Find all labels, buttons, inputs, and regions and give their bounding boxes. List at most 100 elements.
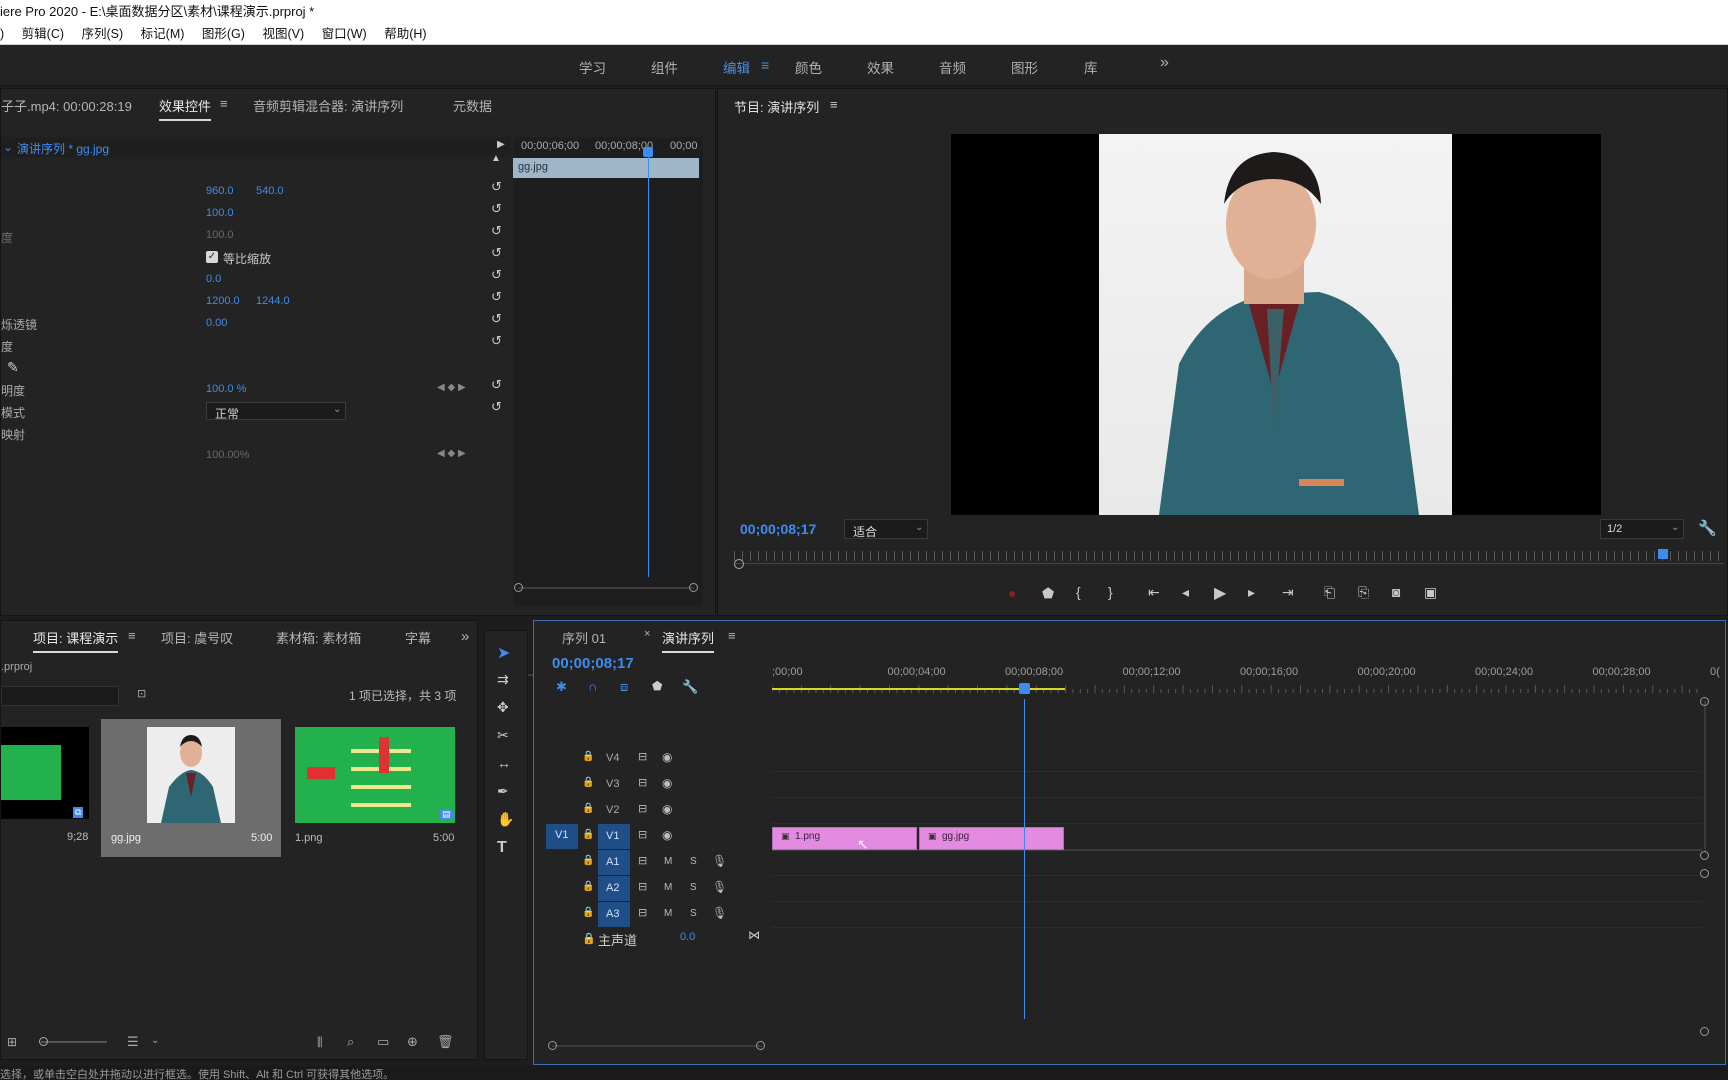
workspace-overflow-icon[interactable]: » bbox=[1160, 54, 1169, 72]
expand-chevron-icon[interactable]: ⌄ bbox=[3, 140, 13, 154]
step-back-icon[interactable]: ◂ bbox=[1182, 584, 1189, 601]
source-monitor-tab[interactable]: 子子.mp4: 00:00:28:19 bbox=[1, 96, 132, 115]
reset-icon[interactable]: ↺ bbox=[491, 223, 502, 239]
scroll-handle[interactable] bbox=[1700, 851, 1709, 860]
reset-icon[interactable]: ↺ bbox=[491, 311, 502, 327]
lock-icon[interactable]: 🔒 bbox=[582, 777, 594, 788]
zoom-slider[interactable] bbox=[41, 1041, 107, 1043]
blend-mode-select[interactable]: 正常 ⌄ bbox=[206, 402, 346, 421]
sort-icon[interactable]: ☰ bbox=[127, 1034, 139, 1050]
program-playhead-marker[interactable] bbox=[1658, 549, 1668, 559]
position-y-value[interactable]: 540.0 bbox=[256, 185, 284, 197]
tab-project[interactable]: 项目: 课程演示 bbox=[33, 628, 119, 653]
mute-button[interactable]: M bbox=[664, 908, 672, 919]
eye-icon[interactable]: ◉ bbox=[662, 776, 672, 790]
razor-tool-icon[interactable]: ✂ bbox=[497, 727, 509, 744]
workspace-libraries[interactable]: 库 bbox=[1084, 57, 1098, 77]
reset-icon[interactable]: ↺ bbox=[491, 267, 502, 283]
keyframe-nav-icon[interactable]: ◀ ◆ ▶ bbox=[437, 382, 466, 393]
sync-lock-icon[interactable]: ⊟ bbox=[638, 880, 647, 893]
close-tab-icon[interactable]: × bbox=[644, 628, 650, 640]
project-search-input[interactable] bbox=[1, 686, 119, 706]
record-icon[interactable]: ● bbox=[1008, 585, 1016, 601]
sync-lock-icon[interactable]: ⊟ bbox=[638, 776, 647, 789]
reset-icon[interactable]: ↺ bbox=[491, 399, 502, 415]
lock-icon[interactable]: 🔒 bbox=[582, 932, 596, 945]
sync-lock-icon[interactable]: ⊟ bbox=[638, 854, 647, 867]
go-to-out-icon[interactable]: ⇥ bbox=[1282, 584, 1294, 601]
step-forward-icon[interactable]: ▸ bbox=[1248, 584, 1255, 601]
pen-tool-icon[interactable]: ✒ bbox=[497, 783, 509, 800]
workspace-color[interactable]: 颜色 bbox=[795, 57, 822, 77]
program-monitor-title[interactable]: 节目: 演讲序列 bbox=[734, 97, 819, 116]
keyframe-nav-icon[interactable]: ◀ ◆ ▶ bbox=[437, 448, 466, 459]
solo-button[interactable]: S bbox=[690, 908, 697, 919]
scroll-up-icon[interactable]: ▲ bbox=[491, 153, 501, 164]
workspace-assembly[interactable]: 组件 bbox=[651, 57, 678, 77]
master-track-toggle-icon[interactable]: ⋈ bbox=[748, 928, 760, 942]
panel-menu-icon[interactable]: ≡ bbox=[728, 628, 736, 643]
timeline-playhead[interactable] bbox=[1023, 699, 1025, 1019]
master-volume-value[interactable]: 0.0 bbox=[680, 931, 695, 943]
slip-tool-icon[interactable]: ↔ bbox=[497, 755, 511, 771]
mini-playhead-handle[interactable] bbox=[643, 147, 653, 157]
workspace-effects[interactable]: 效果 bbox=[867, 57, 894, 77]
timeline-clip[interactable]: ▣ 1.png bbox=[772, 827, 917, 850]
automate-icon[interactable]: ⫼ bbox=[317, 1035, 323, 1050]
tab-lecture-sequence[interactable]: 演讲序列 bbox=[662, 628, 715, 653]
tab-audio-clip-mixer[interactable]: 音频剪辑混合器: 演讲序列 bbox=[253, 96, 403, 115]
reset-icon[interactable]: ↺ bbox=[491, 333, 502, 349]
microphone-icon[interactable]: 🎙 bbox=[712, 880, 727, 894]
scroll-handle[interactable] bbox=[1700, 697, 1709, 706]
hand-tool-icon[interactable]: ✋ bbox=[497, 811, 514, 828]
scroll-handle[interactable] bbox=[548, 1041, 557, 1050]
lock-icon[interactable]: 🔒 bbox=[582, 829, 594, 840]
list-view-icon[interactable]: ⊞ bbox=[7, 1035, 17, 1049]
speed-value[interactable]: 100.00% bbox=[206, 449, 249, 461]
search-icon[interactable]: ⌕ bbox=[347, 1034, 354, 1050]
tab-sequence-01[interactable]: 序列 01 bbox=[562, 628, 606, 647]
microphone-icon[interactable]: 🎙 bbox=[712, 906, 727, 920]
snap-magnet-icon[interactable]: ∩ bbox=[588, 679, 597, 694]
scroll-handle[interactable] bbox=[1700, 1027, 1709, 1036]
new-item-icon[interactable]: ⊕ bbox=[407, 1034, 418, 1050]
program-scrub-ruler[interactable] bbox=[734, 551, 1724, 561]
eye-icon[interactable]: ◉ bbox=[662, 828, 672, 842]
project-item[interactable]: ▤ 1.png 5:00 bbox=[291, 721, 463, 851]
trash-icon[interactable]: 🗑 bbox=[437, 1034, 454, 1050]
opacity-value[interactable]: 100.0 % bbox=[206, 383, 246, 395]
selection-tool-icon[interactable]: ➤ bbox=[497, 643, 510, 663]
mute-button[interactable]: M bbox=[664, 882, 672, 893]
timeline-ruler[interactable]: ;00;00 00;00;04;00 00;00;08;00 00;00;12;00 0… bbox=[772, 661, 1720, 701]
sync-lock-icon[interactable]: ⊟ bbox=[638, 828, 647, 841]
eye-icon[interactable]: ◉ bbox=[662, 750, 672, 764]
add-marker-icon[interactable]: ⬟ bbox=[652, 679, 662, 693]
program-video-frame[interactable] bbox=[951, 134, 1601, 515]
reset-icon[interactable]: ↺ bbox=[491, 289, 502, 305]
panel-overflow-icon[interactable]: » bbox=[461, 628, 469, 645]
tab-project-2[interactable]: 项目: 虞号叹 bbox=[161, 628, 233, 647]
reset-icon[interactable]: ↺ bbox=[491, 377, 502, 393]
lock-icon[interactable]: 🔒 bbox=[582, 751, 594, 762]
chevron-down-icon[interactable]: ⌄ bbox=[151, 1035, 159, 1046]
workspace-audio[interactable]: 音频 bbox=[939, 57, 966, 77]
scroll-handle-right[interactable] bbox=[689, 583, 698, 592]
reset-icon[interactable]: ↺ bbox=[491, 201, 502, 217]
sync-lock-icon[interactable]: ⊟ bbox=[638, 906, 647, 919]
horizontal-scrollbar[interactable] bbox=[552, 1045, 762, 1047]
timeline-timecode[interactable]: 00;00;08;17 bbox=[552, 655, 634, 672]
anchor-x-value[interactable]: 1200.0 bbox=[206, 295, 240, 307]
anchor-y-value[interactable]: 1244.0 bbox=[256, 295, 290, 307]
timeline-clip[interactable]: ▣ gg.jpg bbox=[919, 827, 1064, 850]
reset-icon[interactable]: ↺ bbox=[491, 179, 502, 195]
panel-menu-icon[interactable]: ≡ bbox=[128, 628, 136, 643]
solo-button[interactable]: S bbox=[690, 882, 697, 893]
extract-icon[interactable]: ⎘ bbox=[1358, 584, 1369, 601]
reset-icon[interactable]: ↺ bbox=[491, 245, 502, 261]
scroll-handle-left[interactable] bbox=[514, 583, 523, 592]
linked-selection-icon[interactable]: ⧈ bbox=[620, 679, 628, 695]
timeline-playhead-handle[interactable] bbox=[1018, 683, 1030, 694]
ripple-edit-tool-icon[interactable]: ✥ bbox=[497, 699, 509, 716]
menu-item-file[interactable]: ) bbox=[0, 24, 4, 45]
play-triangle-icon[interactable]: ▶ bbox=[497, 139, 505, 150]
